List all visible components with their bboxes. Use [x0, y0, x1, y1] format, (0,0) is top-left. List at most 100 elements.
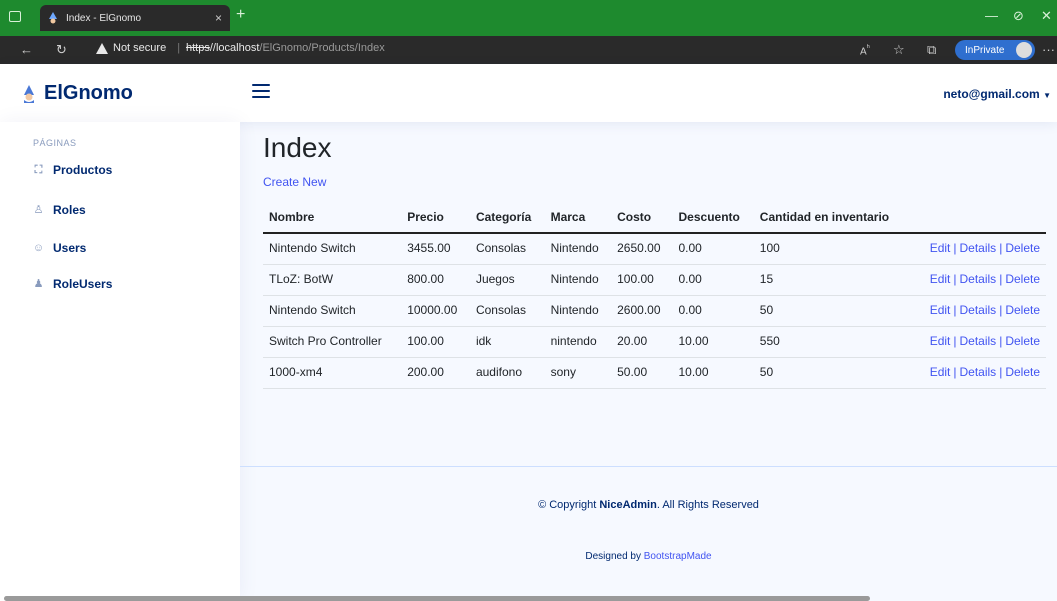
- table-cell: 2600.00: [611, 295, 673, 327]
- products-table: Nombre Precio Categoría Marca Costo Desc…: [263, 204, 1046, 389]
- row-actions: Edit | Details | Delete: [910, 295, 1046, 327]
- delete-link[interactable]: Delete: [1005, 334, 1040, 348]
- delete-link[interactable]: Delete: [1005, 241, 1040, 255]
- url-field[interactable]: https//localhost/ElGnomo/Products/Index: [186, 42, 385, 54]
- action-separator: |: [999, 303, 1003, 317]
- close-window-icon[interactable]: ✕: [1041, 8, 1052, 24]
- table-cell: 100.00: [611, 264, 673, 296]
- details-link[interactable]: Details: [960, 334, 997, 348]
- table-row: TLoZ: BotW 800.00 Juegos Nintendo 100.00 0.00…: [263, 264, 1046, 296]
- sidebar-item-label: Roles: [53, 203, 86, 217]
- table-cell: Nintendo: [544, 264, 612, 296]
- delete-link[interactable]: Delete: [1005, 365, 1040, 379]
- action-separator: |: [999, 272, 1003, 286]
- details-link[interactable]: Details: [960, 272, 997, 286]
- restore-icon[interactable]: ⊘: [1013, 8, 1024, 24]
- new-tab-button[interactable]: +: [236, 6, 245, 24]
- table-cell: TLoZ: BotW: [263, 264, 402, 296]
- page-title: Index: [263, 132, 332, 163]
- browser-tab[interactable]: Index - ElGnomo ×: [40, 5, 230, 31]
- action-separator: |: [999, 241, 1003, 255]
- app-header: ElGnomo neto@gmail.com ▼: [0, 64, 1057, 122]
- details-link[interactable]: Details: [960, 365, 997, 379]
- details-link[interactable]: Details: [960, 241, 997, 255]
- details-link[interactable]: Details: [960, 303, 997, 317]
- table-cell: Nintendo: [544, 295, 612, 327]
- table-cell: 550: [753, 326, 911, 358]
- logo[interactable]: ElGnomo: [22, 82, 133, 105]
- footer-divider: [240, 466, 1057, 467]
- back-icon[interactable]: ←: [20, 42, 33, 57]
- table-cell: 10.00: [672, 357, 754, 389]
- create-new-link[interactable]: Create New: [263, 175, 326, 189]
- table-cell: 200.00: [401, 357, 470, 389]
- minimize-icon[interactable]: —: [985, 8, 998, 23]
- table-cell: audifono: [469, 357, 545, 389]
- table-cell: 0.00: [672, 295, 754, 327]
- edit-link[interactable]: Edit: [930, 334, 951, 348]
- table-cell: Nintendo Switch: [263, 295, 402, 327]
- table-cell: nintendo: [544, 326, 612, 358]
- sidebar-item-roleusers[interactable]: ♟ RoleUsers: [32, 277, 113, 291]
- table-cell: 20.00: [611, 326, 673, 358]
- copyright: © Copyright NiceAdmin. All Rights Reserv…: [538, 499, 759, 511]
- edit-link[interactable]: Edit: [930, 272, 951, 286]
- table-row: Nintendo Switch 3455.00 Consolas Nintendo 26…: [263, 233, 1046, 265]
- menu-toggle-icon[interactable]: [252, 84, 270, 98]
- user-dropdown[interactable]: neto@gmail.com ▼: [943, 87, 1051, 101]
- table-row: 1000-xm4 200.00 audifono sony 50.00 10.00 50 Ed…: [263, 357, 1046, 389]
- designed-by: Designed by BootstrapMade: [585, 551, 712, 562]
- table-header-row: Nombre Precio Categoría Marca Costo Desc…: [263, 204, 1046, 234]
- col-descuento: Descuento: [672, 204, 754, 234]
- collections-icon[interactable]: ⧉: [927, 42, 936, 58]
- table-cell: 50: [753, 295, 911, 327]
- table-cell: 0.00: [672, 264, 754, 296]
- roleusers-icon: ♟: [33, 278, 44, 290]
- more-menu-icon[interactable]: ···: [1042, 42, 1055, 57]
- security-indicator[interactable]: Not secure |: [96, 42, 180, 54]
- edit-link[interactable]: Edit: [930, 303, 951, 317]
- chevron-down-icon: ▼: [1043, 91, 1051, 100]
- table-cell: Consolas: [469, 233, 545, 265]
- favorite-star-icon[interactable]: ☆: [893, 42, 905, 58]
- close-tab-icon[interactable]: ×: [215, 11, 222, 25]
- security-label: Not secure: [113, 42, 167, 54]
- gnome-favicon-icon: [49, 12, 57, 24]
- delete-link[interactable]: Delete: [1005, 272, 1040, 286]
- logo-text: ElGnomo: [44, 82, 133, 104]
- row-actions: Edit | Details | Delete: [910, 264, 1046, 296]
- tab-title: Index - ElGnomo: [66, 12, 142, 24]
- read-aloud-icon[interactable]: Aʰ: [860, 42, 870, 57]
- refresh-icon[interactable]: ↻: [56, 42, 67, 58]
- row-actions: Edit | Details | Delete: [910, 357, 1046, 389]
- inprivate-button[interactable]: InPrivate: [955, 40, 1035, 60]
- users-icon: ☺: [32, 242, 45, 254]
- bootstrapmade-link[interactable]: BootstrapMade: [644, 551, 712, 562]
- sidebar-item-roles[interactable]: ♙ Roles: [32, 203, 86, 217]
- table-cell: Nintendo: [544, 233, 612, 265]
- col-nombre: Nombre: [263, 204, 402, 234]
- horizontal-scrollbar[interactable]: [4, 596, 870, 601]
- edit-link[interactable]: Edit: [930, 241, 951, 255]
- url-path: /ElGnomo/Products/Index: [259, 42, 385, 54]
- sidebar: PÁGINAS ⛶ Productos ♙ Roles ☺ Users ♟ Ro…: [0, 122, 240, 601]
- sidebar-item-users[interactable]: ☺ Users: [32, 241, 86, 255]
- tab-actions-icon[interactable]: [9, 11, 21, 22]
- table-cell: idk: [469, 326, 545, 358]
- table-cell: 100: [753, 233, 911, 265]
- edit-link[interactable]: Edit: [930, 365, 951, 379]
- address-bar: ← ↻ Not secure | https//localhost/ElGnom…: [0, 36, 1057, 64]
- sidebar-item-label: Productos: [53, 163, 113, 177]
- table-cell: 800.00: [401, 264, 470, 296]
- col-costo: Costo: [611, 204, 673, 234]
- delete-link[interactable]: Delete: [1005, 303, 1040, 317]
- table-cell: 10.00: [672, 326, 754, 358]
- action-separator: |: [953, 241, 957, 255]
- action-separator: |: [953, 303, 957, 317]
- sidebar-item-label: Users: [53, 241, 87, 255]
- sidebar-item-productos[interactable]: ⛶ Productos: [32, 163, 113, 177]
- table-cell: 1000-xm4: [263, 357, 402, 389]
- table-cell: 50: [753, 357, 911, 389]
- table-cell: Nintendo Switch: [263, 233, 402, 265]
- table-cell: 2650.00: [611, 233, 673, 265]
